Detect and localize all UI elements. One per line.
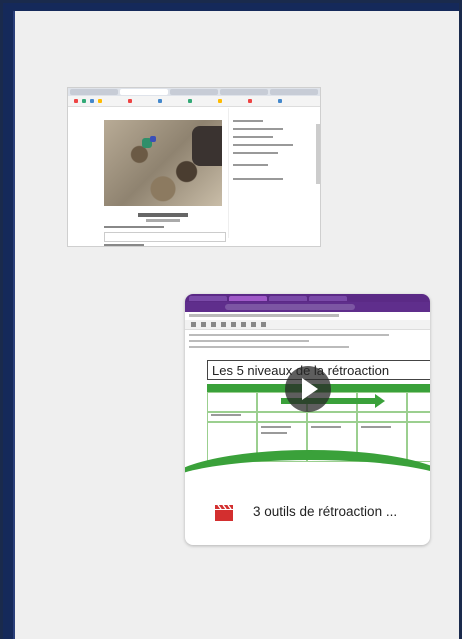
browser-tab-strip [68,88,320,96]
video-card[interactable]: Les 5 niveaux de la rétroaction [185,294,430,545]
page-frame: Les 5 niveaux de la rétroaction [3,3,459,639]
video-card-footer[interactable]: 3 outils de rétroaction ... [185,484,430,545]
video-thumbnail[interactable]: Les 5 niveaux de la rétroaction [185,294,430,484]
photo-caption [138,213,188,217]
content-panel: Les 5 niveaux de la rétroaction [13,11,459,639]
video-title[interactable]: 3 outils de rétroaction ... [253,504,425,519]
video-clapperboard-icon [215,505,233,521]
side-panel [228,108,313,238]
embedded-screenshot [67,87,321,247]
play-button-icon[interactable] [285,366,331,412]
comment-field [104,232,226,242]
classroom-photo [104,120,222,206]
